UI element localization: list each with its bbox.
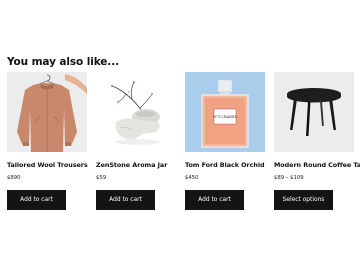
product-price: $89 – $109 [274, 175, 304, 181]
product-card: Tailored Wool Trousers $890 Add to cart [7, 72, 88, 210]
perfume-label-text: N°5 CHANEL [213, 115, 237, 119]
product-card: Modern Round Coffee Table $89 – $109 Sel… [274, 72, 360, 210]
product-price: $450 [185, 175, 199, 181]
section-title: You may also like... [7, 56, 119, 68]
product-name[interactable]: ZenStone Aroma Jar [96, 161, 176, 169]
product-name[interactable]: Tom Ford Black Orchid [185, 161, 265, 169]
product-price: $59 [96, 175, 107, 181]
product-name[interactable]: Modern Round Coffee Table [274, 161, 360, 169]
product-image-coffee-table[interactable] [274, 72, 354, 152]
add-to-cart-button[interactable]: Add to cart [7, 190, 66, 210]
add-to-cart-button[interactable]: Add to cart [185, 190, 244, 210]
product-card: N°5 CHANEL Tom Ford Black Orchid $450 Ad… [185, 72, 265, 210]
add-to-cart-button[interactable]: Add to cart [96, 190, 155, 210]
related-products-section: You may also like... Tailored Wool Trous… [0, 0, 360, 267]
select-options-button[interactable]: Select options [274, 190, 333, 210]
product-image-jacket[interactable] [7, 72, 87, 152]
product-image-aroma-jar[interactable] [96, 72, 176, 152]
product-card: ZenStone Aroma Jar $59 Add to cart [96, 72, 176, 210]
product-image-perfume[interactable]: N°5 CHANEL [185, 72, 265, 152]
product-price: $890 [7, 175, 21, 181]
product-name[interactable]: Tailored Wool Trousers [7, 161, 88, 169]
